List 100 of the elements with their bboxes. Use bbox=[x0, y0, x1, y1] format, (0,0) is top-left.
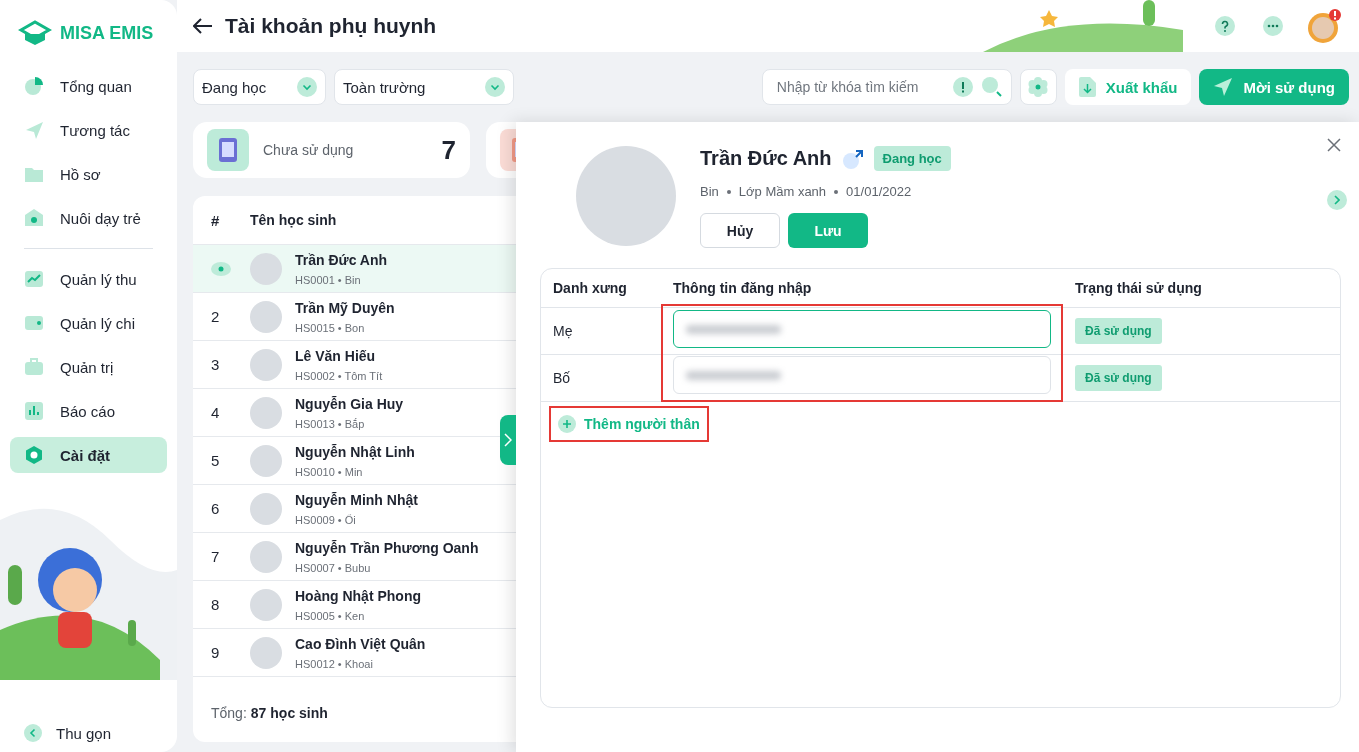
column-header: # bbox=[210, 211, 221, 229]
student-code: HS0002 • Tôm Tít bbox=[295, 369, 383, 382]
student-code: HS0005 • Ken bbox=[295, 609, 366, 622]
total-value: 87 học sinh bbox=[250, 705, 328, 721]
file-download-icon bbox=[1078, 77, 1096, 97]
usage-status-tag: Đã sử dụng bbox=[1075, 318, 1162, 344]
search-icon[interactable] bbox=[980, 76, 1003, 98]
student-code: HS0015 • Bon bbox=[295, 321, 366, 334]
row-number: 9 bbox=[211, 644, 220, 661]
student-code: HS0009 • Ổi bbox=[295, 513, 357, 526]
student-name: Nguyễn Minh Nhật bbox=[295, 491, 418, 508]
row-number: 6 bbox=[211, 500, 220, 517]
plus-icon bbox=[558, 415, 576, 433]
eye-icon bbox=[211, 261, 231, 276]
total-label: Tổng: bbox=[211, 705, 247, 721]
brand-name: MISA EMIS bbox=[60, 22, 154, 44]
sidebar-label: Tương tác bbox=[60, 121, 130, 139]
chevron-right-icon bbox=[1334, 195, 1340, 205]
row-number: 7 bbox=[211, 548, 220, 565]
sidebar-item[interactable]: Tương tác bbox=[10, 112, 167, 148]
case-icon bbox=[24, 357, 44, 377]
avatar-placeholder bbox=[250, 588, 282, 621]
collapse-button[interactable]: Thu gọn bbox=[10, 724, 167, 752]
student-code: HS0010 • Min bbox=[295, 465, 364, 478]
collapse-label: Thu gọn bbox=[56, 724, 112, 742]
wallet-icon bbox=[24, 313, 44, 333]
cancel-button[interactable]: Hủy bbox=[700, 213, 780, 248]
student-name: Trần Đức Anh bbox=[700, 147, 832, 170]
sidebar-label: Nuôi dạy trẻ bbox=[60, 209, 141, 227]
sidebar-label: Hồ sơ bbox=[60, 165, 101, 183]
row-number: 2 bbox=[211, 308, 220, 325]
settings-icon bbox=[1028, 77, 1049, 97]
info-icon bbox=[952, 77, 973, 97]
student-name: Trần Đức Anh bbox=[295, 251, 388, 268]
sidebar-label: Cài đặt bbox=[60, 446, 110, 464]
student-name: Hoàng Nhật Phong bbox=[295, 587, 421, 604]
next-button[interactable] bbox=[1327, 190, 1347, 210]
tablet-icon bbox=[207, 129, 249, 171]
student-meta: Bin bbox=[700, 184, 719, 199]
logo-icon bbox=[18, 20, 52, 46]
separator-dot bbox=[726, 189, 731, 194]
sidebar-item[interactable]: Quản trị bbox=[10, 349, 167, 385]
chart-icon bbox=[24, 269, 44, 289]
chevron-right-icon bbox=[504, 433, 512, 447]
avatar-placeholder bbox=[250, 636, 282, 669]
student-code: HS0007 • Bubu bbox=[295, 561, 372, 574]
male-symbol-icon bbox=[841, 147, 864, 170]
sidebar-item[interactable]: Tổng quan bbox=[10, 68, 167, 104]
student-code: HS0012 • Khoai bbox=[295, 657, 374, 670]
avatar-placeholder bbox=[250, 396, 282, 429]
sidebar-label: Quản lý thu bbox=[60, 270, 137, 288]
column-header: Tên học sinh bbox=[250, 212, 337, 228]
pie-icon bbox=[24, 76, 44, 96]
search-field[interactable]: Nhập từ khóa tìm kiếm bbox=[761, 69, 1012, 105]
stat-label: Chưa sử dụng bbox=[263, 142, 355, 158]
login-input-field[interactable] bbox=[673, 310, 1051, 348]
sidebar-item[interactable]: Quản lý chi bbox=[10, 305, 167, 341]
settings-button[interactable] bbox=[1019, 69, 1057, 105]
sidebar-item[interactable]: Nuôi dạy trẻ bbox=[10, 200, 167, 236]
row-number: 8 bbox=[211, 596, 220, 613]
student-name: Nguyễn Gia Huy bbox=[295, 395, 404, 412]
student-name: Lê Văn Hiếu bbox=[295, 347, 377, 364]
avatar-placeholder bbox=[250, 540, 282, 573]
chevron-down-icon bbox=[297, 77, 317, 97]
avatar-placeholder bbox=[250, 492, 282, 525]
bars-icon bbox=[24, 401, 44, 421]
chevron-down-icon bbox=[485, 77, 505, 97]
column-header: Danh xưng bbox=[541, 269, 661, 308]
more-icon[interactable] bbox=[1263, 16, 1283, 36]
sidebar-label: Báo cáo bbox=[60, 402, 116, 420]
avatar-placeholder bbox=[250, 444, 282, 477]
stat-value: 7 bbox=[441, 134, 456, 166]
user-avatar[interactable] bbox=[1307, 8, 1343, 44]
help-icon[interactable] bbox=[1215, 16, 1235, 36]
filter-dropdown[interactable]: Đang học bbox=[193, 69, 326, 105]
usage-status-tag: Đã sử dụng bbox=[1075, 365, 1162, 391]
sidebar-item[interactable]: Hồ sơ bbox=[10, 156, 167, 192]
page-title: Tài khoản phụ huynh bbox=[225, 14, 437, 38]
student-code: HS0001 • Bin bbox=[295, 273, 362, 286]
row-number: 5 bbox=[211, 452, 220, 469]
sidebar-item[interactable]: Báo cáo bbox=[10, 393, 167, 429]
sidebar-label: Quản trị bbox=[60, 358, 114, 376]
back-arrow-icon[interactable] bbox=[193, 18, 213, 34]
filter-dropdown[interactable]: Toàn trường bbox=[334, 69, 514, 105]
avatar-placeholder bbox=[250, 300, 282, 333]
send-icon bbox=[24, 120, 44, 140]
relation-label: Bố bbox=[553, 370, 571, 386]
avatar-placeholder bbox=[250, 348, 282, 381]
column-header: Trạng thái sử dụng bbox=[1063, 269, 1340, 308]
sidebar-item[interactable]: Cài đặt bbox=[10, 437, 167, 473]
column-header: Thông tin đăng nhập bbox=[661, 269, 1063, 308]
student-meta: 01/01/2022 bbox=[846, 184, 912, 199]
sidebar-label: Quản lý chi bbox=[60, 314, 136, 332]
student-name: Nguyễn Nhật Linh bbox=[295, 443, 415, 460]
chevron-left-icon bbox=[24, 724, 42, 742]
student-code: HS0013 • Bắp bbox=[295, 417, 366, 430]
relation-label: Mẹ bbox=[553, 323, 573, 339]
status-badge: Đang học bbox=[873, 146, 951, 171]
sidebar-item[interactable]: Quản lý thu bbox=[10, 261, 167, 297]
collapse-handle[interactable] bbox=[500, 415, 516, 465]
